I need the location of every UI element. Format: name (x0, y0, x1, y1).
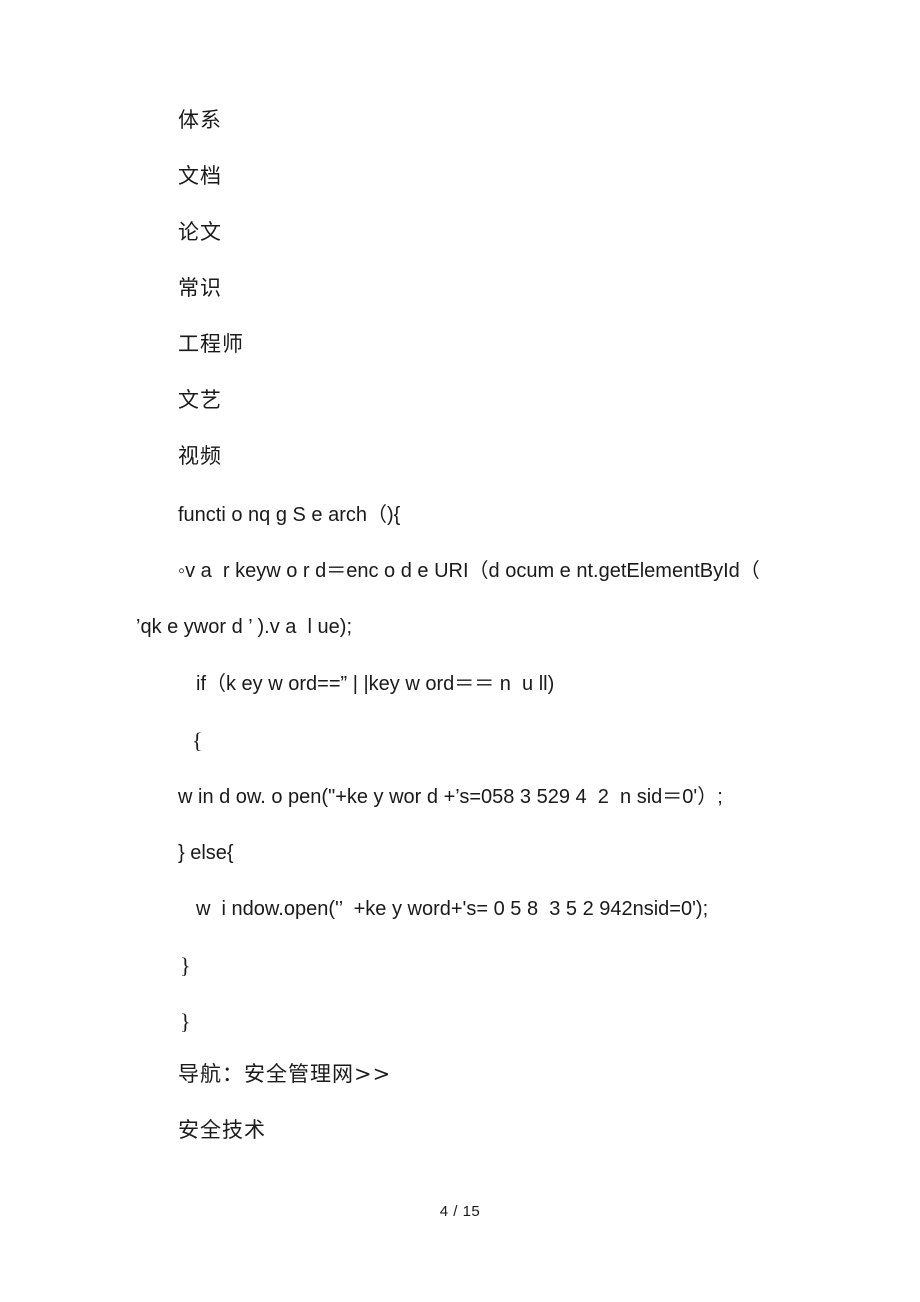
code-line-var-keyword: ◦v a r keyw o r d＝enc o d e URI（d ocum e… (178, 560, 760, 582)
code-line-close-brace-outer: } (180, 1009, 191, 1034)
breadcrumb-navigation: 导航：安全管理网>> (178, 1062, 392, 1086)
page-number-footer: 4 / 15 (439, 1203, 481, 1220)
text-line-wendang: 文档 (178, 164, 222, 188)
text-line-tixi: 体系 (178, 108, 222, 132)
text-line-lunwen: 论文 (178, 220, 222, 244)
text-line-changshi: 常识 (178, 276, 222, 300)
code-line-window-open-second: w i ndow.open('’ +ke y word+'s= 0 5 8 3 … (196, 898, 709, 920)
code-line-if-condition: if（k ey w ord==” | |key w ord＝＝ n u ll) (196, 673, 555, 695)
code-line-var-keyword-wrap: ’qk e ywor d ’ ).v a l ue); (136, 616, 352, 638)
code-line-function-declaration: functi o nq g S e arch（){ (178, 504, 401, 526)
code-line-open-brace: { (192, 728, 203, 753)
document-page: 体系 文档 论文 常识 工程师 文艺 视频 functi o nq g S e … (0, 0, 920, 1302)
text-line-shipin: 视频 (178, 444, 222, 468)
code-line-window-open-first: w in d ow. o pen("+ke y wor d +’s=058 3 … (178, 786, 723, 808)
text-line-anquanjishu: 安全技术 (178, 1118, 266, 1142)
code-line-else-brace: } else{ (178, 842, 234, 864)
text-line-gongchengshi: 工程师 (178, 332, 244, 356)
code-line-close-brace-inner: } (180, 953, 191, 978)
text-line-wenyi: 文艺 (178, 388, 222, 412)
